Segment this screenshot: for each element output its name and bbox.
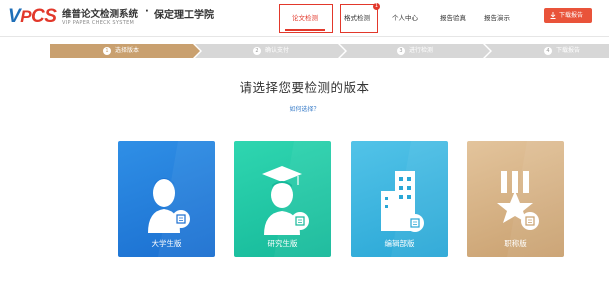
step-2-label: 确认支付 [265,47,290,54]
step-1-number: 1 [103,47,111,55]
card-postgraduate[interactable]: 研究生版 [234,141,331,257]
card-editorial[interactable]: 编辑部版 [351,141,448,257]
step-4-number: 4 [544,47,552,55]
download-icon [550,12,556,19]
card-postgraduate-label: 研究生版 [267,239,298,248]
nav-report-verify[interactable]: 报告验真 [440,12,466,22]
step-3-label: 进行检测 [409,47,434,54]
nav-report-demo[interactable]: 报告演示 [484,12,510,22]
vpcs-logo[interactable]: VPCS [8,6,57,27]
how-to-choose-link[interactable]: 如何选择？ [0,104,609,113]
step-3-number: 3 [397,47,405,55]
card-professional-title-label: 职称版 [504,239,527,248]
brand-name: 维普论文检测系统 [62,9,139,20]
card-editorial-label: 编辑部版 [384,239,415,248]
nav-format-check[interactable]: 格式检测 [344,12,370,22]
download-report-button[interactable]: 下载报告 [544,8,592,23]
download-report-label: 下载报告 [559,12,584,19]
step-2-number: 2 [253,47,261,55]
school-name: 保定理工学院 [154,10,214,21]
page-title: 请选择您要检测的版本 [239,80,370,95]
brand-separator: · [145,6,149,17]
logo-letter-p: P [20,7,32,26]
step-2: 2 确认支付 [253,44,289,58]
nav-personal-center[interactable]: 个人中心 [392,12,418,22]
nav-thesis-check[interactable]: 论文检测 [292,12,318,22]
step-3: 3 进行检测 [397,44,433,58]
card-undergraduate-label: 大学生版 [151,239,182,248]
step-4: 4 下载报告 [544,44,580,58]
top-header: VPCS 维普论文检测系统 VIP PAPER CHECK SYSTEM · 保… [0,0,609,36]
step-4-label: 下载报告 [556,47,581,54]
nav-active-underline [285,29,325,31]
logo-letters-cs: CS [31,6,57,27]
step-1-label: 选择版本 [115,47,140,54]
logo-letter-v: V [8,6,21,27]
step-1: 1 选择版本 [103,44,139,58]
brand-subtitle: VIP PAPER CHECK SYSTEM [62,20,135,26]
progress-steps: 1 选择版本 2 确认支付 3 进行检测 4 下载报告 [50,44,609,58]
format-check-badge: 1 [373,3,380,10]
card-professional-title[interactable]: 职称版 [467,141,564,257]
header-divider [0,36,609,37]
card-undergraduate[interactable]: 大学生版 [118,141,215,257]
